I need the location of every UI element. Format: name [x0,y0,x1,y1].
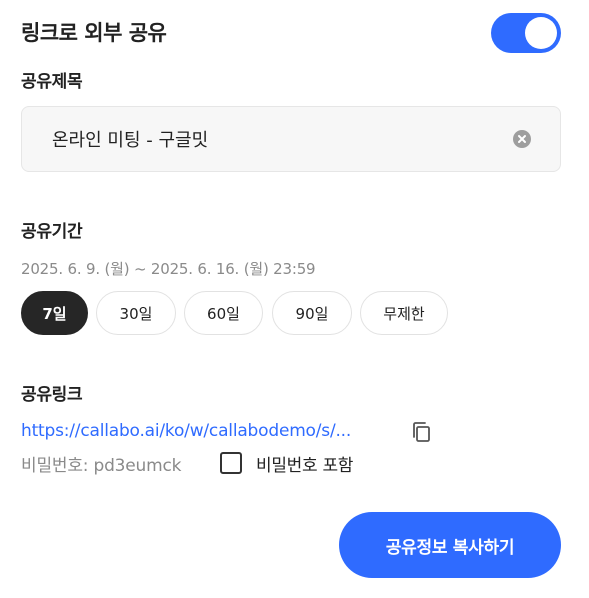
share-period-range: 2025. 6. 9. (월) ~ 2025. 6. 16. (월) 23:59 [21,260,316,278]
include-password-label[interactable]: 비밀번호 포함 [256,451,353,476]
period-option-60d[interactable]: 60일 [184,291,263,335]
copy-icon[interactable] [410,420,432,444]
share-title-label: 공유제목 [21,72,83,92]
password-row: 비밀번호: pd3eumck 비밀번호 포함 [21,451,353,476]
include-password-checkbox[interactable] [220,452,242,474]
share-link-url[interactable]: https://callabo.ai/ko/w/callabodemo/s/..… [21,421,351,441]
external-share-toggle[interactable] [491,13,561,53]
toggle-knob [525,17,557,49]
share-link-label: 공유링크 [21,385,83,405]
share-title-input[interactable] [52,107,512,171]
copy-share-info-button[interactable]: 공유정보 복사하기 [339,512,561,578]
period-option-90d[interactable]: 90일 [272,291,352,335]
share-period-label: 공유기간 [21,222,83,242]
clear-icon[interactable] [513,130,531,148]
period-option-unlimited[interactable]: 무제한 [360,291,448,335]
panel-title: 링크로 외부 공유 [21,21,167,45]
share-title-field [21,106,561,172]
period-option-30d[interactable]: 30일 [96,291,176,335]
period-option-7d[interactable]: 7일 [21,291,88,335]
password-text: 비밀번호: pd3eumck [21,455,182,476]
